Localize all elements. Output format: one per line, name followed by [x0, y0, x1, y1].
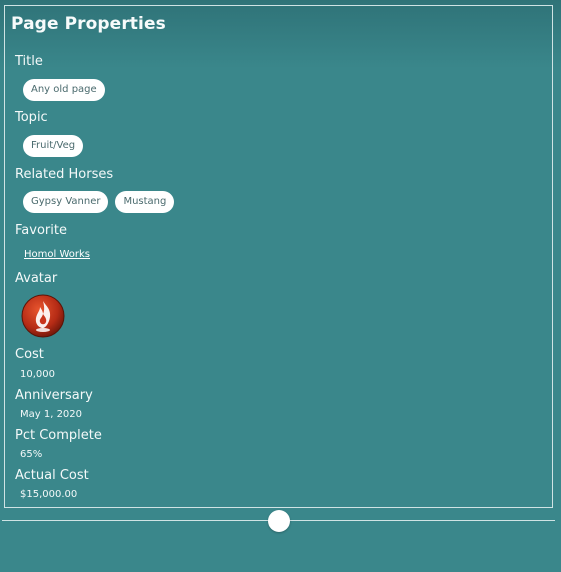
panel-title: Page Properties — [11, 14, 166, 34]
anniversary-label: Anniversary — [15, 388, 93, 403]
pct-complete-label: Pct Complete — [15, 428, 102, 443]
topic-chips: Fruit/Veg — [23, 135, 84, 157]
favorite-link[interactable]: Homol Works — [24, 249, 90, 260]
topic-chip[interactable]: Fruit/Veg — [23, 135, 84, 157]
related-horses-chips: Gypsy Vanner Mustang — [23, 191, 175, 213]
actual-cost-label: Actual Cost — [15, 468, 89, 483]
anniversary-value: May 1, 2020 — [20, 409, 83, 420]
topic-label: Topic — [15, 110, 48, 125]
pct-complete-value: 65% — [20, 449, 43, 460]
title-label: Title — [15, 54, 43, 69]
flame-icon[interactable] — [21, 294, 65, 338]
page-properties-panel: Page Properties Title Any old page Topic… — [4, 5, 553, 508]
title-chips: Any old page — [23, 79, 105, 101]
related-horse-chip-gypsy-vanner[interactable]: Gypsy Vanner — [23, 191, 109, 213]
title-chip[interactable]: Any old page — [23, 79, 105, 101]
avatar-label: Avatar — [15, 271, 58, 286]
actual-cost-value: $15,000.00 — [20, 489, 78, 500]
cost-value: 10,000 — [20, 369, 55, 380]
slider-thumb[interactable] — [267, 510, 290, 532]
related-horse-chip-mustang[interactable]: Mustang — [115, 191, 175, 213]
related-horses-label: Related Horses — [15, 167, 114, 182]
favorite-label: Favorite — [15, 223, 67, 238]
cost-label: Cost — [15, 347, 44, 362]
